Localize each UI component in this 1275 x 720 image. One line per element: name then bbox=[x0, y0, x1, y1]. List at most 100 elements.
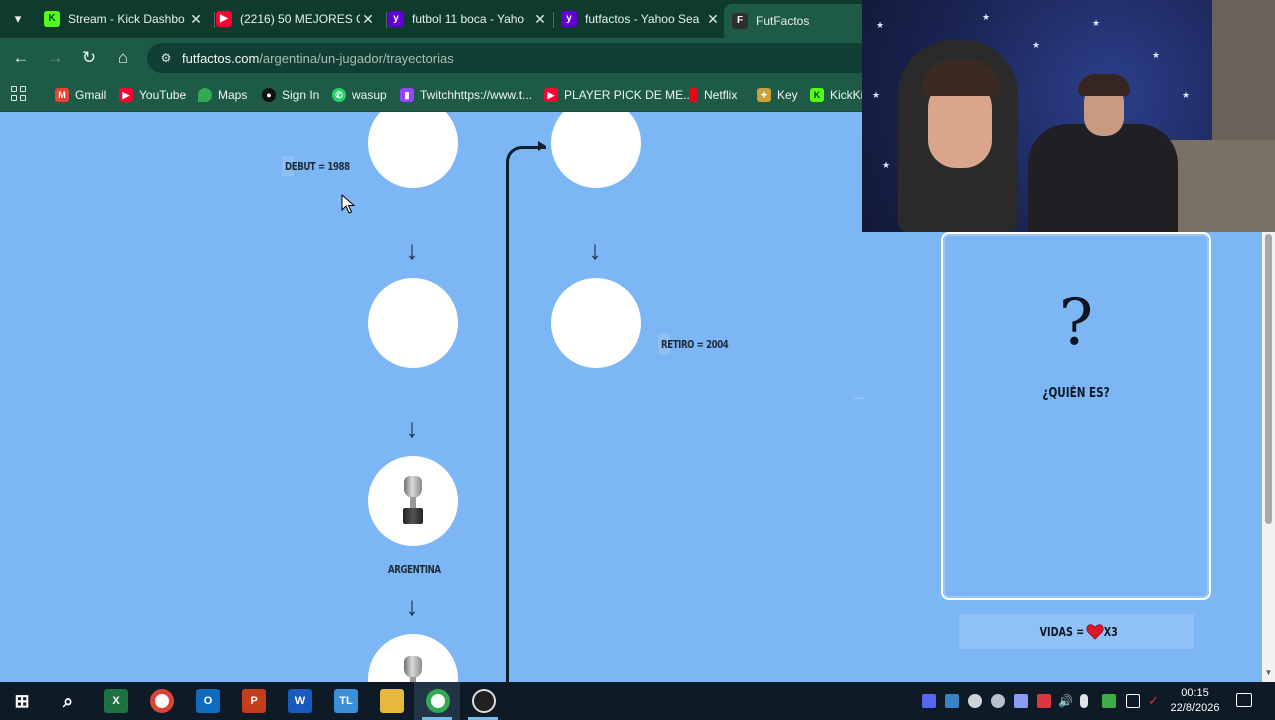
bookmark-label: PLAYER PICK DE ME... bbox=[564, 88, 694, 102]
tray-security-icon[interactable] bbox=[1102, 694, 1116, 708]
url-text[interactable]: futfactos.com/argentina/un-jugador/traye… bbox=[182, 51, 454, 66]
star-icon: ★ bbox=[982, 12, 991, 22]
bookmark-gmail[interactable]: M Gmail bbox=[55, 84, 106, 106]
trophy-icon bbox=[401, 656, 425, 682]
scroll-down-icon[interactable]: ▼ bbox=[1264, 668, 1273, 678]
youtube-icon: ▶ bbox=[544, 88, 558, 102]
file-explorer-icon[interactable] bbox=[380, 689, 404, 713]
close-tab-icon[interactable]: ✕ bbox=[360, 11, 376, 28]
word-icon[interactable]: W bbox=[288, 689, 312, 713]
bookmark-player-pick[interactable]: ▶ PLAYER PICK DE ME... bbox=[544, 84, 693, 106]
lives-count: X3 bbox=[1103, 624, 1118, 639]
mouse-cursor-icon bbox=[341, 194, 355, 214]
back-arrow-icon[interactable]: ← bbox=[10, 47, 32, 69]
kick-icon: K bbox=[44, 11, 60, 27]
apps-grid-icon[interactable] bbox=[11, 86, 27, 102]
bookmark-label: Key bbox=[777, 88, 798, 102]
tiny-overlay-text: ······· bbox=[853, 395, 866, 402]
url-path: /argentina/un-jugador/trayectorias bbox=[259, 51, 454, 66]
forward-arrow-icon[interactable]: → bbox=[44, 47, 66, 69]
tray-antivirus-icon[interactable]: ✓ bbox=[1148, 694, 1162, 708]
key-icon: ✦ bbox=[757, 88, 771, 102]
volume-icon[interactable]: 🔊 bbox=[1058, 694, 1073, 708]
down-arrow-icon: ↓ bbox=[405, 591, 419, 621]
bookmark-twitch[interactable]: ▮ Twitchhttps://www.t... bbox=[400, 84, 532, 106]
tab-youtube[interactable]: ▶ (2216) 50 MEJORES C ✕ bbox=[208, 4, 384, 34]
lives-label: VIDAS = bbox=[1039, 624, 1085, 639]
excel-icon[interactable]: X bbox=[104, 689, 128, 713]
obs-icon[interactable] bbox=[472, 689, 496, 713]
tray-app-icon[interactable] bbox=[991, 694, 1005, 708]
tab-title: Stream - Kick Dashbo bbox=[68, 12, 185, 26]
taskbar-clock[interactable]: 00:15 22/8/2026 bbox=[1166, 686, 1224, 716]
windows-taskbar: ⊞ ⌕ X O P W TL 🔊 ✓ 00:15 22/8/2026 bbox=[0, 682, 1275, 720]
star-icon: ★ bbox=[1032, 40, 1041, 50]
trajectory-connector-curve bbox=[506, 146, 546, 186]
close-tab-icon[interactable]: ✕ bbox=[188, 11, 204, 28]
tray-obs-icon[interactable] bbox=[968, 694, 982, 708]
windows-start-icon[interactable]: ⊞ bbox=[10, 689, 34, 713]
star-icon: ★ bbox=[872, 90, 881, 100]
powerpoint-icon[interactable]: P bbox=[242, 689, 266, 713]
bookmark-label: Netflix bbox=[704, 88, 738, 102]
down-arrow-icon: ↓ bbox=[588, 235, 602, 265]
bookmark-kickki[interactable]: K KickKi bbox=[810, 84, 863, 106]
network-icon[interactable] bbox=[1126, 694, 1140, 708]
mystery-player-card[interactable]: ? ¿QUIÉN ES? bbox=[941, 232, 1211, 600]
bookmark-label: Twitchhttps://www.t... bbox=[420, 88, 533, 102]
close-tab-icon[interactable]: ✕ bbox=[532, 11, 548, 28]
clock-date: 22/8/2026 bbox=[1170, 702, 1220, 714]
chrome-icon[interactable] bbox=[150, 689, 174, 713]
tab-search-chevron-icon[interactable]: ▾ bbox=[8, 9, 28, 29]
site-info-icon[interactable]: ⚙ bbox=[157, 49, 175, 67]
webcam-overlay: ★ ★ ★ ★ ★ ★ ★ ★ ★ bbox=[862, 0, 1275, 232]
youtube-icon: ▶ bbox=[216, 11, 232, 27]
tab-yahoo-futbol[interactable]: y futbol 11 boca - Yaho ✕ bbox=[380, 4, 556, 34]
club-circle-5[interactable] bbox=[551, 112, 641, 188]
club-circle-6[interactable] bbox=[551, 278, 641, 368]
yahoo-icon: y bbox=[561, 11, 577, 27]
right-arrowhead-icon bbox=[538, 141, 546, 151]
chrome-active-icon[interactable] bbox=[426, 689, 450, 713]
tab-kick-dashboard[interactable]: K Stream - Kick Dashbo ✕ bbox=[36, 4, 212, 34]
tlauncher-icon[interactable]: TL bbox=[334, 689, 358, 713]
notification-center-icon[interactable] bbox=[1236, 693, 1252, 707]
scrollbar-thumb[interactable] bbox=[1265, 234, 1272, 524]
club-circle-4[interactable] bbox=[368, 634, 458, 682]
club-circle-argentina[interactable] bbox=[368, 456, 458, 546]
kick-icon: K bbox=[810, 88, 824, 102]
debut-label: DEBUT = 1988 bbox=[285, 160, 350, 173]
bookmark-key[interactable]: ✦ Key bbox=[757, 84, 798, 106]
twitch-icon: ▮ bbox=[400, 88, 414, 102]
bookmark-wasup[interactable]: ✆ wasup bbox=[332, 84, 387, 106]
question-mark-icon: ? bbox=[1058, 286, 1094, 360]
lives-counter: VIDAS = X3 bbox=[959, 614, 1194, 649]
home-icon[interactable]: ⌂ bbox=[112, 47, 134, 69]
copa-america-trophy-icon bbox=[401, 476, 425, 526]
bookmark-sign-in[interactable]: ● Sign In bbox=[262, 84, 319, 106]
tray-app-icon[interactable] bbox=[1037, 694, 1051, 708]
reload-icon[interactable]: ↻ bbox=[78, 47, 100, 69]
club-circle-2[interactable] bbox=[368, 278, 458, 368]
whatsapp-icon: ✆ bbox=[332, 88, 346, 102]
club-circle-1[interactable] bbox=[368, 112, 458, 188]
bookmark-youtube[interactable]: ▶ YouTube bbox=[119, 84, 186, 106]
bookmark-maps[interactable]: Maps bbox=[198, 84, 247, 106]
retiro-pill: RETIRO = 2004 bbox=[658, 334, 729, 354]
netflix-icon bbox=[689, 88, 698, 102]
tray-app-icon[interactable] bbox=[945, 694, 959, 708]
clock-time: 00:15 bbox=[1181, 687, 1209, 699]
search-icon[interactable]: ⌕ bbox=[56, 689, 80, 713]
bookmark-label: KickKi bbox=[830, 88, 864, 102]
outlook-icon[interactable]: O bbox=[196, 689, 220, 713]
tray-discord-icon[interactable] bbox=[1014, 694, 1028, 708]
tray-app-icon[interactable] bbox=[922, 694, 936, 708]
retiro-label: RETIRO = 2004 bbox=[661, 338, 729, 351]
address-bar[interactable]: ⚙ futfactos.com/argentina/un-jugador/tra… bbox=[147, 43, 907, 73]
star-icon: ★ bbox=[1152, 50, 1161, 60]
bookmark-netflix[interactable]: Netflix bbox=[689, 84, 737, 106]
tab-yahoo-futfactos[interactable]: y futfactos - Yahoo Sea ✕ bbox=[553, 4, 729, 34]
close-tab-icon[interactable]: ✕ bbox=[705, 11, 721, 28]
trajectory-connector-line bbox=[506, 162, 509, 682]
microphone-icon[interactable] bbox=[1080, 694, 1088, 708]
